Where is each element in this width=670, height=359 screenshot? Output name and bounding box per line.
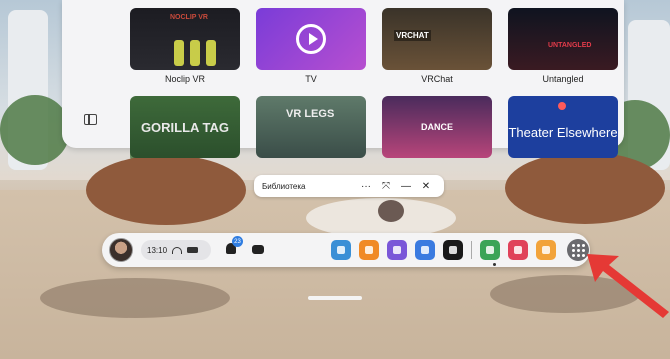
active-indicator (493, 263, 496, 266)
window-drag-handle[interactable] (308, 296, 362, 300)
library-app-card[interactable]: VRCHAT VRChat (382, 8, 492, 86)
library-app-card[interactable]: GORILLA TAG (130, 96, 240, 174)
thumbnail-title: VR LEGS (286, 108, 335, 120)
thumbnail-title: NOCLIP VR (170, 14, 208, 21)
character-figure (190, 40, 200, 66)
shadow (40, 278, 230, 318)
character-figure (174, 40, 184, 66)
app-name: Untangled (542, 74, 584, 84)
wifi-icon (172, 246, 183, 254)
library-app-card[interactable]: Theater Elsewhere (508, 96, 618, 174)
app-thumbnail[interactable]: GORILLA TAG (130, 96, 240, 158)
app-name: Noclip VR (164, 74, 205, 84)
theater-logo-icon (558, 102, 566, 110)
app-thumbnail[interactable]: NOCLIP VR (130, 8, 240, 70)
app-thumbnail[interactable]: VR LEGS (256, 96, 366, 158)
app-thumbnail[interactable]: UNTANGLED (508, 8, 618, 70)
app-icon-camera[interactable] (508, 240, 528, 260)
app-icon-home[interactable] (536, 240, 556, 260)
app-grid: NOCLIP VR Noclip VR TV VRCHAT VRChat UNTANGLE… (130, 8, 618, 174)
notification-badge: 23 (232, 236, 243, 247)
app-icon-theater-elsewhere[interactable] (443, 240, 463, 260)
thumbnail-title: VRCHAT (394, 30, 431, 41)
universal-menu-dock: 13:10 23 (102, 233, 590, 267)
close-icon[interactable]: ✕ (416, 178, 436, 194)
app-icon-store[interactable] (359, 240, 379, 260)
headset-icon[interactable] (252, 245, 264, 254)
expand-icon[interactable]: ⤧ (376, 178, 396, 194)
avatar[interactable] (109, 238, 133, 262)
more-options-icon[interactable]: ··· (356, 178, 376, 194)
library-app-card[interactable]: DANCE (382, 96, 492, 174)
arrow-shape (587, 254, 669, 318)
thumbnail-title: Theater Elsewhere (508, 124, 618, 140)
app-icon-photos[interactable] (331, 240, 351, 260)
app-icon-files[interactable] (480, 240, 500, 260)
quick-settings[interactable]: 13:10 (141, 240, 211, 260)
library-app-card[interactable]: VR LEGS (256, 96, 366, 174)
app-thumbnail[interactable] (256, 8, 366, 70)
library-app-card[interactable]: UNTANGLED Untangled (508, 8, 618, 86)
thumbnail-title: GORILLA TAG (140, 119, 230, 135)
clock: 13:10 (147, 245, 168, 255)
play-icon (296, 24, 326, 54)
window-title: Библиотека (262, 181, 306, 191)
thumbnail-title: DANCE (420, 122, 453, 132)
red-arrow-icon (587, 254, 669, 318)
app-thumbnail[interactable]: Theater Elsewhere (508, 96, 618, 158)
library-app-card[interactable]: TV (256, 8, 366, 86)
dock-separator (471, 241, 472, 259)
library-window: NOCLIP VR Noclip VR TV VRCHAT VRChat UNTANGLE… (62, 0, 624, 158)
app-thumbnail[interactable]: DANCE (382, 96, 492, 158)
app-name: TV (305, 74, 317, 84)
vase (378, 200, 404, 222)
sidebar-toggle-icon[interactable] (84, 114, 97, 125)
character-figure (206, 40, 216, 66)
library-app-card[interactable]: NOCLIP VR Noclip VR (130, 8, 240, 86)
plant (0, 95, 70, 165)
app-thumbnail[interactable]: VRCHAT (382, 8, 492, 70)
thumbnail-title: UNTANGLED (548, 42, 592, 49)
app-icon-messenger[interactable] (387, 240, 407, 260)
minimize-icon[interactable]: — (396, 178, 416, 194)
app-name: VRChat (421, 74, 453, 84)
library-titlebar[interactable]: Библиотека ··· ⤧ — ✕ (254, 175, 444, 197)
battery-icon (187, 247, 199, 253)
pinned-apps (331, 240, 556, 260)
app-icon-explore[interactable] (415, 240, 435, 260)
